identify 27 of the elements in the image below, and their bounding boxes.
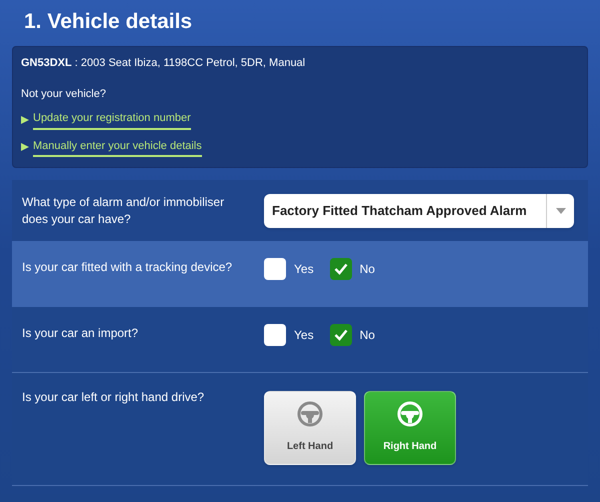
not-your-vehicle-text: Not your vehicle?	[21, 86, 107, 102]
steering-wheel-icon	[397, 401, 423, 428]
steering-wheel-icon	[297, 401, 323, 428]
vehicle-link[interactable]: Update your registration number	[33, 110, 191, 130]
page-title: 1. Vehicle details	[23, 9, 194, 35]
checkbox[interactable]	[264, 324, 286, 346]
drive-option-button[interactable]: Right Hand	[364, 390, 456, 465]
question-label: Is your car fitted with a tracking device?	[22, 258, 234, 276]
alarm-dropdown[interactable]: Factory Fitted Thatcham Approved Alarm	[264, 194, 574, 228]
option-label: No	[360, 326, 375, 344]
option-label: Yes	[294, 260, 314, 278]
checkbox[interactable]	[330, 324, 352, 346]
option-label: Yes	[294, 326, 314, 344]
checkmark-icon	[334, 262, 348, 275]
checkbox[interactable]	[264, 258, 286, 280]
checkmark-icon	[334, 328, 348, 341]
question-label: Is your car an import?	[22, 324, 140, 342]
option-label: No	[360, 260, 375, 278]
caret-icon	[556, 208, 566, 214]
arrow-icon	[21, 143, 29, 152]
checkbox[interactable]	[330, 258, 352, 280]
vehicle-summary: GN53DXL : 2003 Seat Ibiza, 1198CC Petrol, 5DR, Manual	[21, 56, 306, 71]
drive-option-button[interactable]: Left Hand	[264, 390, 356, 465]
question-label: Is your car left or right hand drive?	[22, 388, 206, 406]
question-label: What type of alarm and/or immobiliser does your car have?	[22, 194, 226, 228]
vehicle-link[interactable]: Manually enter your vehicle details	[33, 138, 202, 157]
arrow-icon	[21, 116, 29, 124]
